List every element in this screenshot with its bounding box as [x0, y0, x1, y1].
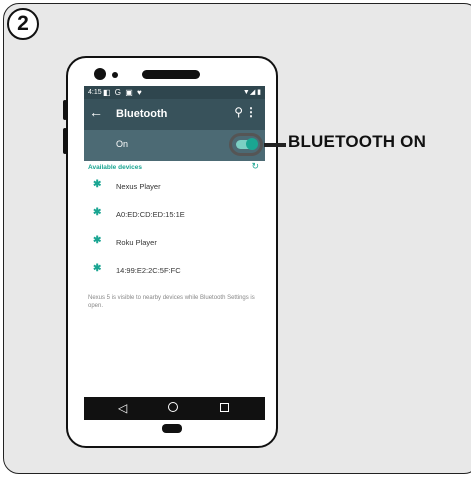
- device-item[interactable]: ✱ 14:99:E2:2C:5F:FC: [84, 258, 265, 284]
- front-camera: [94, 68, 106, 80]
- callout-label: BLUETOOTH ON: [288, 132, 427, 151]
- device-item[interactable]: ✱ Nexus Player: [84, 174, 265, 200]
- side-button-lower: [63, 128, 67, 154]
- app-bar: ← Bluetooth ⚲ ⋮: [84, 99, 265, 130]
- device-name: Nexus Player: [116, 182, 161, 191]
- page-title: Bluetooth: [116, 108, 168, 120]
- device-name: A0:ED:CD:ED:15:1E: [116, 210, 185, 219]
- callout-connector: [264, 143, 286, 147]
- bluetooth-icon: ✱: [93, 263, 102, 274]
- back-arrow-icon[interactable]: ←: [89, 104, 103, 120]
- search-icon[interactable]: ⚲: [234, 105, 243, 119]
- status-time: 4:15: [88, 89, 102, 96]
- bluetooth-icon: ✱: [93, 207, 102, 218]
- bluetooth-icon: ✱: [93, 179, 102, 190]
- bluetooth-toggle-knob[interactable]: [246, 138, 258, 150]
- device-item[interactable]: ✱ A0:ED:CD:ED:15:1E: [84, 202, 265, 228]
- system-icons: ▼◢ ▮: [242, 89, 261, 96]
- nav-recents-icon[interactable]: [220, 403, 229, 412]
- device-name: Roku Player: [116, 238, 157, 247]
- more-options-icon[interactable]: ⋮: [245, 105, 257, 119]
- bluetooth-toggle-row[interactable]: On: [84, 130, 265, 161]
- bluetooth-icon: ✱: [93, 235, 102, 246]
- phone-screen: 4:15 ◧ G ▣ ♥ ▼◢ ▮ ← Bluetooth ⚲ ⋮ On Ava…: [84, 86, 265, 420]
- proximity-sensor: [112, 72, 118, 78]
- toggle-label: On: [116, 139, 129, 149]
- nav-bar: ◁: [84, 397, 265, 420]
- available-devices-header: Available devices: [88, 164, 142, 171]
- phone-home-button: [162, 424, 182, 433]
- step-number-badge: 2: [7, 8, 39, 40]
- refresh-icon: ↻: [251, 161, 259, 171]
- status-bar: 4:15 ◧ G ▣ ♥ ▼◢ ▮: [84, 86, 265, 99]
- notification-icons: ◧ G ▣ ♥: [103, 88, 143, 97]
- nav-back-icon[interactable]: ◁: [118, 401, 127, 415]
- visibility-note: Nexus 5 is visible to nearby devices whi…: [88, 295, 255, 309]
- device-item[interactable]: ✱ Roku Player: [84, 230, 265, 256]
- device-name: 14:99:E2:2C:5F:FC: [116, 266, 181, 275]
- nav-home-icon[interactable]: [168, 402, 178, 412]
- earpiece-speaker: [142, 70, 200, 79]
- side-button-upper: [63, 100, 67, 120]
